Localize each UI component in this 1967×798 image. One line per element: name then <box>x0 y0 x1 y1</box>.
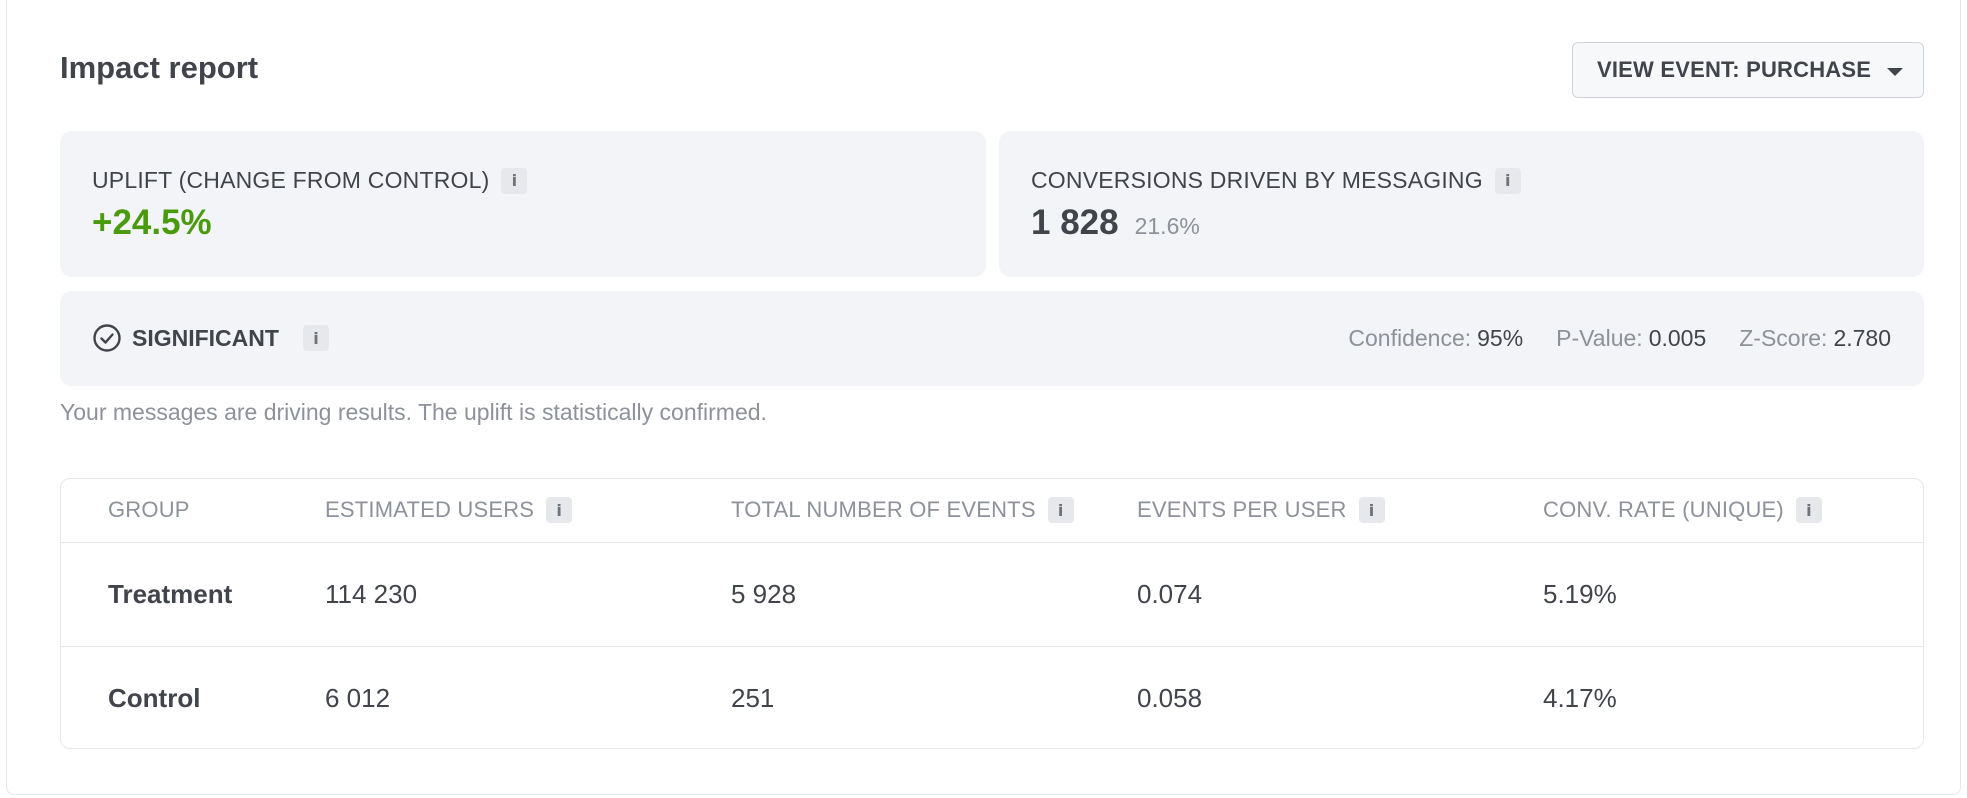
confidence-label: Confidence: <box>1348 325 1472 351</box>
column-header-label: GROUP <box>108 497 190 522</box>
column-header-estimated-users: ESTIMATED USERS i <box>325 497 573 523</box>
caret-down-icon <box>1887 68 1903 76</box>
view-event-label: VIEW EVENT: PURCHASE <box>1597 57 1872 82</box>
table-row: Treatment 114 230 5 928 0.074 5.19% <box>61 543 1923 647</box>
info-icon[interactable]: i <box>1795 497 1822 523</box>
significance-status: SIGNIFICANT i <box>92 323 329 353</box>
column-header-events-per-user: EVENTS PER USER i <box>1137 497 1385 523</box>
estimated-users-cell: 114 230 <box>325 579 418 609</box>
results-table: GROUP ESTIMATED USERS i TOTAL NUMBER OF … <box>60 478 1924 749</box>
pvalue-stat: P-Value: 0.005 <box>1556 325 1706 352</box>
zscore-value: 2.780 <box>1833 325 1891 351</box>
column-header-label: CONV. RATE (UNIQUE) <box>1543 497 1784 522</box>
group-cell: Control <box>108 683 201 713</box>
estimated-users-cell: 6 012 <box>325 683 391 713</box>
conversions-value-row: 1 828 21.6% <box>1031 203 1200 243</box>
conversions-card: CONVERSIONS DRIVEN BY MESSAGING i 1 828 … <box>999 131 1924 277</box>
page-title: Impact report <box>60 50 259 85</box>
info-icon[interactable]: i <box>1047 497 1074 523</box>
conversions-value: 1 828 <box>1031 203 1119 242</box>
column-header-total-events: TOTAL NUMBER OF EVENTS i <box>731 497 1074 523</box>
significance-card: SIGNIFICANT i Confidence: 95% P-Value: 0.0… <box>60 291 1924 386</box>
check-circle-icon <box>93 324 121 352</box>
significance-message: Your messages are driving results. The u… <box>60 399 767 425</box>
conversions-label: CONVERSIONS DRIVEN BY MESSAGING <box>1031 167 1483 193</box>
total-events-cell: 251 <box>731 683 775 713</box>
zscore-stat: Z-Score: 2.780 <box>1739 325 1891 352</box>
confidence-stat: Confidence: 95% <box>1348 325 1523 352</box>
significance-label: SIGNIFICANT <box>132 324 279 351</box>
group-cell: Treatment <box>108 579 233 609</box>
column-header-label: EVENTS PER USER <box>1137 497 1347 522</box>
conv-rate-cell: 5.19% <box>1543 579 1617 609</box>
info-icon[interactable]: i <box>1494 167 1521 194</box>
pvalue-label: P-Value: <box>1556 325 1643 351</box>
info-icon[interactable]: i <box>501 167 528 194</box>
pvalue-value: 0.005 <box>1648 325 1707 351</box>
info-icon[interactable]: i <box>1358 497 1385 523</box>
uplift-label: UPLIFT (CHANGE FROM CONTROL) <box>92 167 490 193</box>
table-header: GROUP ESTIMATED USERS i TOTAL NUMBER OF … <box>61 479 1923 543</box>
info-icon[interactable]: i <box>302 325 329 351</box>
table-row: Control 6 012 251 0.058 4.17% <box>61 647 1923 748</box>
confidence-value: 95% <box>1477 325 1524 351</box>
column-header-group: GROUP <box>108 497 190 523</box>
events-per-user-cell: 0.074 <box>1137 579 1203 609</box>
column-header-label: TOTAL NUMBER OF EVENTS <box>731 497 1036 522</box>
significance-stats: Confidence: 95% P-Value: 0.005 Z-Score: 2.7… <box>1348 325 1891 352</box>
conv-rate-cell: 4.17% <box>1543 683 1617 713</box>
view-event-dropdown[interactable]: VIEW EVENT: PURCHASE <box>1572 42 1924 98</box>
conversions-label-row: CONVERSIONS DRIVEN BY MESSAGING i <box>1031 167 1521 194</box>
uplift-card: UPLIFT (CHANGE FROM CONTROL) i +24.5% <box>60 131 986 277</box>
uplift-label-row: UPLIFT (CHANGE FROM CONTROL) i <box>92 167 528 194</box>
column-header-label: ESTIMATED USERS <box>325 497 535 522</box>
uplift-value: +24.5% <box>92 203 212 242</box>
events-per-user-cell: 0.058 <box>1137 683 1203 713</box>
impact-report-panel: Impact report VIEW EVENT: PURCHASE UPLIF… <box>6 0 1961 795</box>
column-header-conv-rate: CONV. RATE (UNIQUE) i <box>1543 497 1822 523</box>
info-icon[interactable]: i <box>546 497 573 523</box>
total-events-cell: 5 928 <box>731 579 797 609</box>
conversions-percent: 21.6% <box>1134 213 1200 239</box>
zscore-label: Z-Score: <box>1739 325 1828 351</box>
